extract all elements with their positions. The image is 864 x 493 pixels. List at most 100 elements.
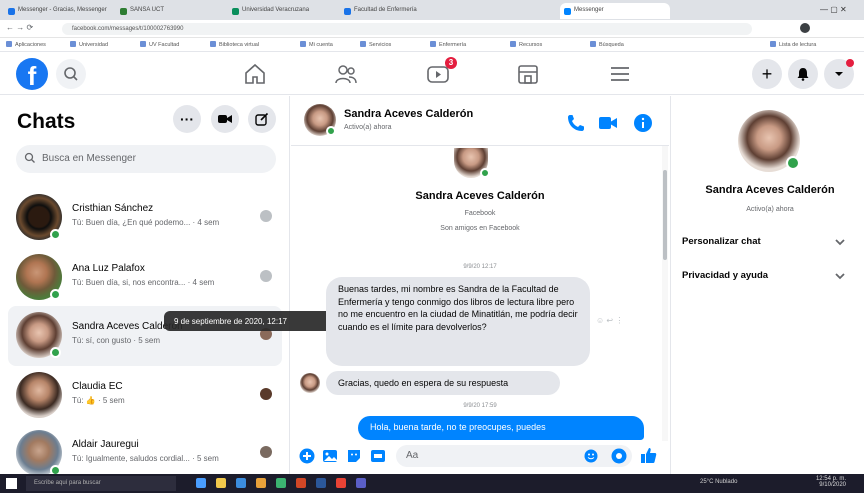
profile-icon[interactable]: [800, 23, 810, 33]
account-button[interactable]: [824, 59, 854, 89]
bookmark-item[interactable]: Aplicaciones: [6, 41, 46, 48]
search-icon: [24, 152, 35, 163]
window-controls[interactable]: — ▢ ✕: [820, 5, 860, 14]
sent-message-bubble[interactable]: Hola, buena tarde, no te preocupes, pued…: [358, 416, 644, 440]
message-actions-icon[interactable]: ☺ ↩ ⋮: [596, 316, 623, 325]
menu-icon[interactable]: [608, 62, 632, 86]
tab-favicon-icon: [120, 8, 127, 15]
folder-icon[interactable]: [256, 478, 266, 488]
conversation-name: Cristhian Sánchez: [72, 203, 154, 214]
start-icon[interactable]: [6, 478, 17, 489]
taskbar-search-input[interactable]: Escribe aquí para buscar: [26, 476, 176, 491]
tab-label: Messenger: [574, 7, 604, 13]
bookmark-item[interactable]: Mi cuenta: [300, 41, 333, 48]
tab-label: Universidad Veracruzana: [242, 7, 310, 13]
customize-chat-row[interactable]: Personalizar chat: [682, 236, 761, 247]
bookmark-item[interactable]: Enfermería: [430, 41, 466, 48]
bookmark-item[interactable]: UV Facultad: [140, 41, 179, 48]
bookmark-item[interactable]: Recursos: [510, 41, 542, 48]
emoji-selector-icon[interactable]: [611, 448, 627, 464]
compose-icon: [255, 112, 269, 126]
new-message-button[interactable]: [248, 105, 276, 133]
bookmark-item[interactable]: Servicios: [360, 41, 391, 48]
edge-icon[interactable]: [236, 478, 246, 488]
received-message-bubble[interactable]: Gracias, quedo en espera de su respuesta: [326, 371, 560, 395]
profile-subtitle: Facebook: [464, 210, 496, 217]
conversation-snippet: Tú: Buen día, ¿En qué podemo... · 4 sem: [72, 218, 220, 227]
received-message-bubble[interactable]: Buenas tardes, mi nombre es Sandra de la…: [326, 277, 590, 366]
avatar: [16, 372, 62, 418]
conversation-name: Aldair Jauregui: [72, 439, 139, 450]
phone-icon[interactable]: [566, 113, 586, 133]
plus-icon: +: [761, 63, 773, 84]
scrollbar-thumb[interactable]: [663, 170, 667, 260]
profile-friends-note: Son amigos en Facebook: [440, 225, 520, 232]
chevron-down-icon: [835, 72, 843, 76]
thumbs-up-icon[interactable]: [640, 446, 658, 464]
search-button[interactable]: [56, 59, 86, 89]
privacy-support-row[interactable]: Privacidad y ayuda: [682, 270, 768, 281]
watch-notification-badge: 3: [445, 57, 457, 69]
tab-favicon-icon: [344, 8, 351, 15]
facebook-logo-icon[interactable]: f: [16, 58, 48, 90]
emoji-icon[interactable]: [584, 449, 598, 463]
powerpoint-icon[interactable]: [296, 478, 306, 488]
bookmark-item[interactable]: Lista de lectura: [770, 41, 816, 48]
teams-icon[interactable]: [356, 478, 366, 488]
create-button[interactable]: +: [752, 59, 782, 89]
browser-tab-bar: Messenger - Gracias, Messenger SANSA UCT…: [0, 0, 864, 20]
video-room-button[interactable]: [211, 105, 239, 133]
chevron-down-icon[interactable]: [834, 270, 846, 282]
browser-tab[interactable]: Messenger - Gracias, Messenger: [4, 3, 114, 19]
facebook-header: f +: [0, 53, 864, 95]
conversation-name: Claudia EC: [72, 381, 123, 392]
chrome-icon[interactable]: [336, 478, 346, 488]
friends-icon[interactable]: [334, 62, 358, 86]
nav-buttons[interactable]: ← → ⟳: [6, 23, 33, 32]
bookmark-item[interactable]: Universidad: [70, 41, 108, 48]
options-button[interactable]: ···: [173, 105, 201, 133]
notifications-button[interactable]: [788, 59, 818, 89]
browser-tab-active[interactable]: Messenger: [560, 3, 670, 19]
word-icon[interactable]: [316, 478, 326, 488]
chevron-down-icon[interactable]: [834, 236, 846, 248]
conversation-snippet: Tú: 👍 · 5 sem: [72, 396, 125, 405]
url-input[interactable]: facebook.com/messages/t/100002763990: [62, 23, 752, 35]
messenger-search-input[interactable]: Busca en Messenger: [16, 145, 276, 173]
video-camera-icon: [218, 115, 232, 123]
conversation-item[interactable]: Aldair Jauregui Tú: Igualmente, saludos …: [8, 424, 282, 476]
search-icon: [64, 67, 78, 81]
video-call-icon[interactable]: [598, 113, 618, 133]
image-attach-icon[interactable]: [322, 448, 338, 464]
info-contact-status: Activo(a) ahora: [746, 206, 794, 213]
weather-widget[interactable]: 25°C Nublado: [700, 479, 737, 485]
file-explorer-icon[interactable]: [216, 478, 226, 488]
browser-tab[interactable]: Universidad Veracruzana: [228, 3, 338, 19]
contact-name[interactable]: Sandra Aceves Calderón: [344, 108, 473, 120]
info-contact-name: Sandra Aceves Calderón: [705, 184, 835, 196]
conversation-item[interactable]: Claudia EC Tú: 👍 · 5 sem: [8, 366, 282, 426]
bookmark-item[interactable]: Biblioteca virtual: [210, 41, 259, 48]
windows-taskbar: Escribe aquí para buscar 25°C Nublado 12…: [0, 474, 864, 493]
more-actions-icon[interactable]: [299, 448, 315, 464]
conversation-snippet: Tú: Buen día, si, nos encontra... · 4 se…: [72, 278, 215, 287]
conversation-item[interactable]: Ana Luz Palafox Tú: Buen día, si, nos en…: [8, 248, 282, 308]
browser-tab[interactable]: SANSA UCT: [116, 3, 226, 19]
sticker-icon[interactable]: [346, 448, 362, 464]
clock[interactable]: 12:54 p. m. 9/10/2020: [806, 476, 846, 488]
bookmarks-bar: Aplicaciones Universidad UV Facultad Bib…: [0, 38, 864, 52]
home-icon[interactable]: [243, 62, 267, 86]
account-alert-dot: [846, 59, 854, 67]
app-icon[interactable]: [276, 478, 286, 488]
bookmark-item[interactable]: Búsqueda: [590, 41, 624, 48]
gif-icon[interactable]: [370, 448, 386, 464]
seen-avatar-icon: [260, 446, 272, 458]
online-indicator: [50, 347, 61, 358]
message-timestamp: 9/9/20 17:59: [463, 403, 497, 409]
info-icon[interactable]: [633, 113, 653, 133]
online-indicator: [50, 289, 61, 300]
taskview-icon[interactable]: [196, 478, 206, 488]
browser-tab[interactable]: Facultad de Enfermería: [340, 3, 520, 19]
conversation-item[interactable]: Cristhian Sánchez Tú: Buen día, ¿En qué …: [8, 188, 282, 248]
marketplace-icon[interactable]: [516, 62, 540, 86]
